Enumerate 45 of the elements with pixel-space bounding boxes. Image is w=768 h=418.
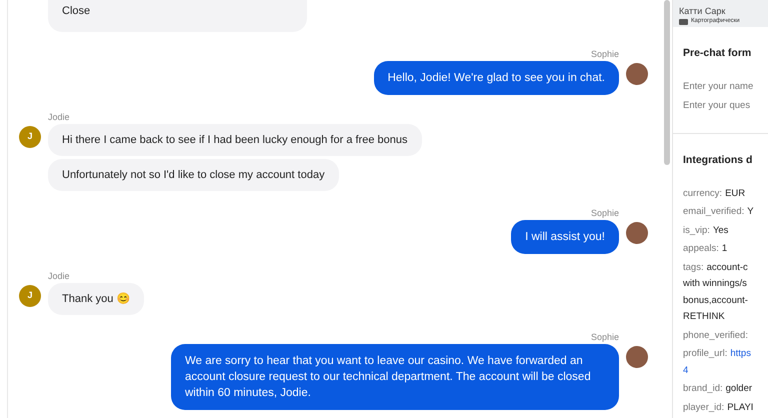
sender-name: Sophie <box>590 48 619 60</box>
field-label: brand_id: <box>683 383 723 394</box>
field-link[interactable]: https <box>730 348 751 359</box>
field-value: golder <box>726 383 752 394</box>
avatar <box>626 222 648 244</box>
field-value: 1 <box>722 243 728 254</box>
field-label: phone_verified: <box>683 330 748 340</box>
sender-name: Sophie <box>590 207 619 219</box>
avatar <box>626 346 648 368</box>
section-title: Pre-chat form <box>683 46 752 61</box>
visitor-message: Close <box>48 0 307 32</box>
field-label: email_verified: <box>683 206 744 217</box>
field-value: with winnings/s <box>683 277 748 291</box>
visitor-message: Thank you 😊 <box>48 283 144 315</box>
field-label: tags: <box>683 262 704 272</box>
field-value: account-c <box>706 262 748 272</box>
field-label: is_vip: <box>683 224 710 236</box>
field-value: RETHINK <box>683 310 726 324</box>
avatar: J <box>19 285 41 307</box>
field-value: PLAYI <box>727 402 754 412</box>
field-label: currency: <box>683 188 722 198</box>
avatar: J <box>19 126 41 148</box>
input-field[interactable]: Enter your name <box>683 76 765 96</box>
field-value: EUR <box>725 188 746 198</box>
keyboard-icon <box>679 18 688 24</box>
visitor-message: Unfortunately not so I'd like to close my account today <box>48 159 339 191</box>
visitor-message: Hi there I came back to see if I had been lucky enough for a free bonus <box>48 124 422 156</box>
sender-name: Jodie <box>48 111 70 123</box>
field-label: appeals: <box>683 243 719 254</box>
sender-name: Jodie <box>48 270 70 282</box>
field-label: profile_url: <box>683 348 728 359</box>
scrollbar[interactable] <box>664 0 670 165</box>
field-value: Yes <box>712 224 728 236</box>
sender-name: Sophie <box>590 331 619 343</box>
agent-message: We are sorry to hear that you want to leave our casino. We have forwarded an account closure request to our technical department. The account will be closed within 60 minutes, Jodie. <box>171 344 619 410</box>
field-link[interactable]: 4 <box>683 362 768 379</box>
map-place-label: Катти Сарк <box>679 6 726 17</box>
avatar <box>626 63 648 85</box>
field-value: bonus,account- <box>683 294 749 308</box>
agent-message: Hello, Jodie! We're glad to see you in chat. <box>374 61 619 95</box>
section-title: Integrations d <box>683 152 754 168</box>
field-label: player_id: <box>683 402 724 412</box>
input-field[interactable]: Enter your ques <box>683 96 765 115</box>
field-value: Y <box>747 206 754 217</box>
agent-message: I will assist you! <box>511 220 619 254</box>
